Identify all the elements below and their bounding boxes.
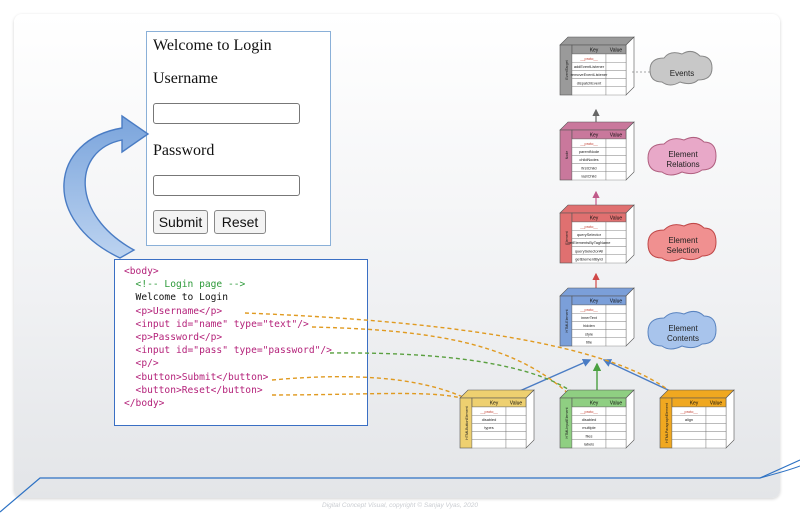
copyright-footer: Digital Concept Visual, copyright © Sanj… [322, 502, 478, 509]
cloud-element-contents-label-1: Element [668, 324, 698, 333]
cloud-element-contents-label-2: Contents [667, 334, 699, 343]
cloud-events-label: Events [670, 69, 694, 78]
concept-clouds: Events Element Relations Element Selecti… [632, 50, 717, 350]
cloud-element-relations: Element Relations [647, 136, 717, 176]
cloud-element-selection-label-1: Element [668, 236, 698, 245]
cloud-element-selection-label-2: Selection [667, 246, 700, 255]
cloud-events: Events [649, 50, 713, 86]
cloud-element-relations-label-2: Relations [666, 160, 699, 169]
cloud-element-contents: Element Contents [647, 310, 717, 350]
cloud-element-selection: Element Selection [647, 222, 717, 262]
cloud-element-relations-label-1: Element [668, 150, 698, 159]
